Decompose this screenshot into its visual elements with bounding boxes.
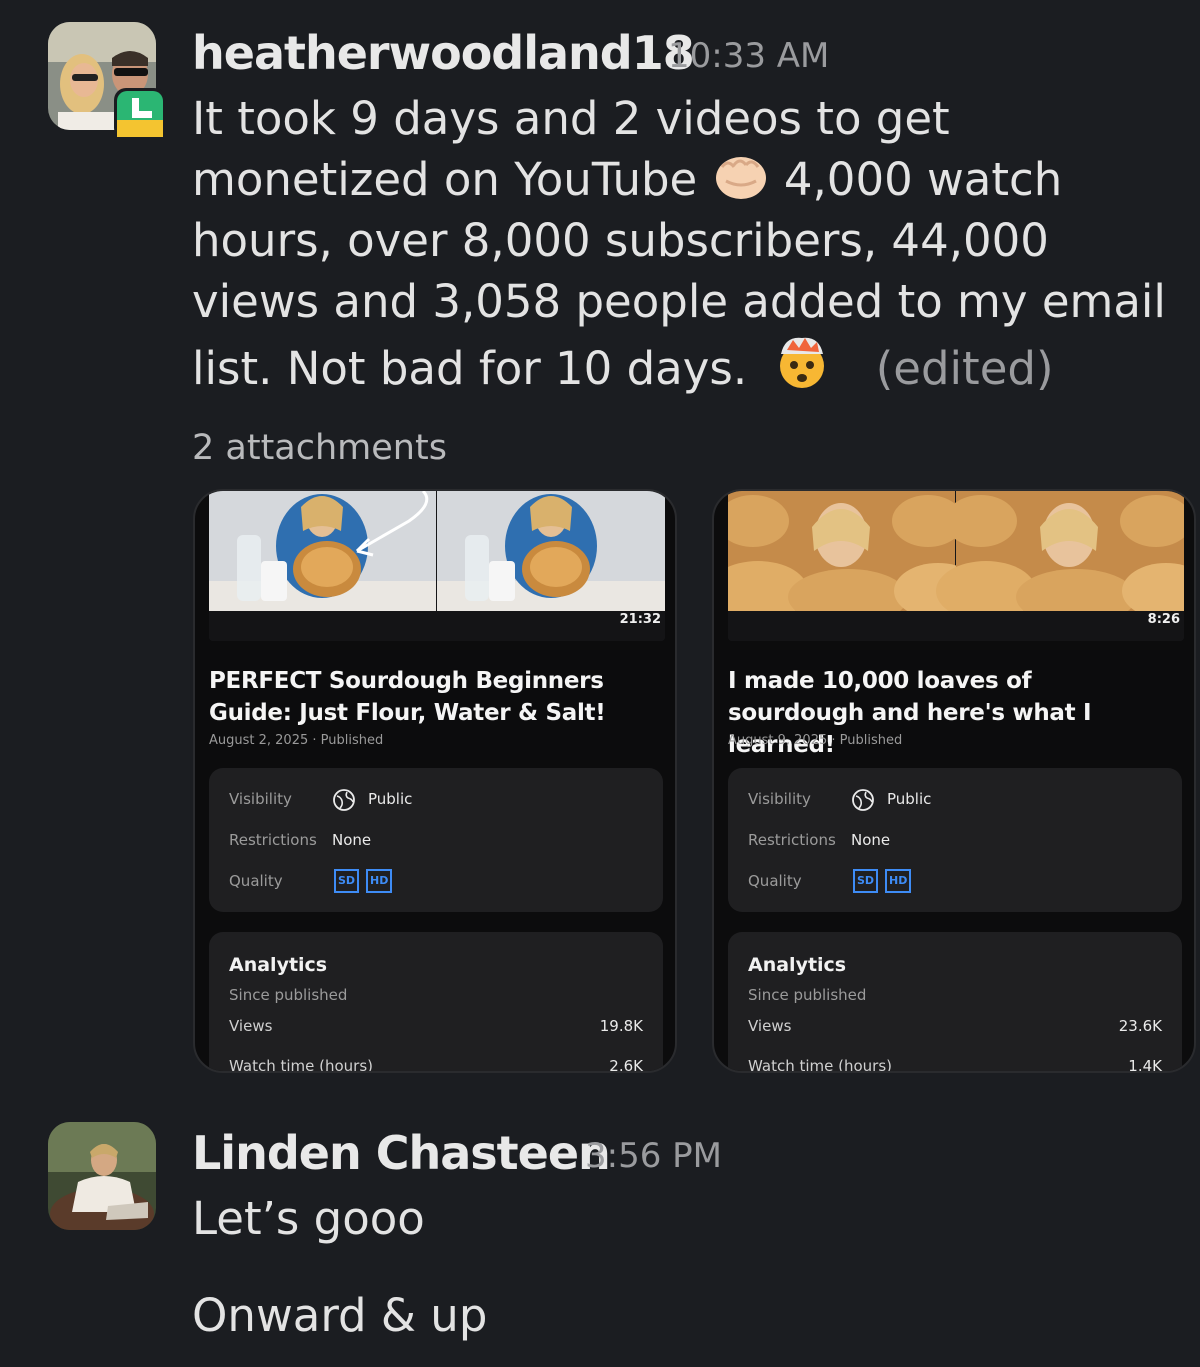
- restrictions-value: None: [851, 831, 891, 849]
- video-status: Published: [839, 733, 903, 748]
- watch-time-label: Watch time (hours): [229, 1057, 374, 1073]
- hd-quality-badge: HD: [885, 869, 912, 893]
- watch-time-label: Watch time (hours): [748, 1057, 893, 1073]
- message-timestamp[interactable]: 10:33 AM: [668, 36, 829, 76]
- analytics-panel: Analytics Since published Views 19.8K Wa…: [209, 932, 663, 1073]
- message-line: views and 3,058 people added to my email: [192, 275, 1166, 328]
- globe-icon: [332, 788, 356, 812]
- message-timestamp[interactable]: 3:56 PM: [585, 1136, 722, 1176]
- watch-time-value: 2.6K: [609, 1057, 643, 1073]
- analytics-panel: Analytics Since published Views 23.6K Wa…: [728, 932, 1182, 1073]
- message-line: Onward & up: [192, 1289, 488, 1342]
- video-details-panel: Visibility Public Restrictions None Qual…: [728, 768, 1182, 912]
- video-thumbnail[interactable]: [728, 491, 1184, 641]
- views-label: Views: [748, 1017, 792, 1035]
- message-line-part: list. Not bad for 10 days.: [192, 342, 748, 395]
- video-date: August 2, 2025: [209, 733, 309, 748]
- video-meta: August 2, 2025 · Published: [209, 733, 383, 748]
- exploding-head-emoji-icon: [773, 332, 831, 388]
- restrictions-value: None: [332, 831, 372, 849]
- edited-label: (edited): [875, 342, 1054, 395]
- dot-separator: ·: [831, 733, 840, 748]
- video-attachment-card[interactable]: 21:32 PERFECT Sourdough Beginners Guide:…: [193, 489, 677, 1073]
- message-line: It took 9 days and 2 videos to get: [192, 92, 950, 145]
- quality-label: Quality: [229, 872, 283, 890]
- message-line: list. Not bad for 10 days. (edited): [192, 332, 1172, 399]
- message-text: It took 9 days and 2 videos to get monet…: [192, 88, 1172, 399]
- avatar-linden-chasteen[interactable]: [48, 1122, 156, 1230]
- globe-icon: [851, 788, 875, 812]
- message-line-part: monetized on YouTube: [192, 153, 698, 206]
- video-details-panel: Visibility Public Restrictions None Qual…: [209, 768, 663, 912]
- views-value: 23.6K: [1118, 1017, 1162, 1035]
- analytics-title: Analytics: [229, 954, 328, 976]
- watch-time-value: 1.4K: [1128, 1057, 1162, 1073]
- analytics-subtitle: Since published: [748, 986, 867, 1004]
- dot-separator: ·: [312, 733, 321, 748]
- views-label: Views: [229, 1017, 273, 1035]
- visibility-value: Public: [368, 790, 413, 808]
- restrictions-label: Restrictions: [748, 831, 836, 849]
- video-thumbnail[interactable]: [209, 491, 665, 641]
- sd-quality-badge: SD: [853, 869, 879, 893]
- message-line: hours, over 8,000 subscribers, 44,000: [192, 214, 1049, 267]
- video-duration: 8:26: [1147, 612, 1180, 627]
- message-linden-chasteen: Linden Chasteen 3:56 PM Let’s gooo Onwar…: [0, 1100, 1200, 1367]
- message-heatherwoodland18: heatherwoodland18 10:33 AM It took 9 day…: [0, 0, 1200, 1100]
- visibility-label: Visibility: [229, 790, 292, 808]
- attachments-count-label[interactable]: 2 attachments: [192, 428, 447, 468]
- visibility-value: Public: [887, 790, 932, 808]
- fist-bump-emoji-icon: [712, 151, 770, 201]
- video-duration: 21:32: [619, 612, 661, 627]
- sender-name[interactable]: heatherwoodland18: [192, 26, 695, 80]
- sender-name[interactable]: Linden Chasteen: [192, 1126, 611, 1180]
- sd-quality-badge: SD: [334, 869, 360, 893]
- quality-label: Quality: [748, 872, 802, 890]
- video-date: August 9, 2025: [728, 733, 828, 748]
- video-status: Published: [320, 733, 384, 748]
- video-title[interactable]: PERFECT Sourdough Beginners Guide: Just …: [209, 665, 639, 729]
- video-meta: August 9, 2025 · Published: [728, 733, 902, 748]
- views-value: 19.8K: [599, 1017, 643, 1035]
- hd-quality-badge: HD: [366, 869, 393, 893]
- green-app-badge-icon: [114, 88, 166, 140]
- analytics-subtitle: Since published: [229, 986, 348, 1004]
- analytics-title: Analytics: [748, 954, 847, 976]
- video-attachment-card[interactable]: 8:26 I made 10,000 loaves of sourdough a…: [712, 489, 1196, 1073]
- message-text: Let’s gooo Onward & up: [192, 1188, 1092, 1346]
- message-line-part: 4,000 watch: [783, 153, 1063, 206]
- message-line: Let’s gooo: [192, 1192, 425, 1245]
- visibility-label: Visibility: [748, 790, 811, 808]
- message-line: monetized on YouTube 4,000 watch: [192, 149, 1172, 210]
- restrictions-label: Restrictions: [229, 831, 317, 849]
